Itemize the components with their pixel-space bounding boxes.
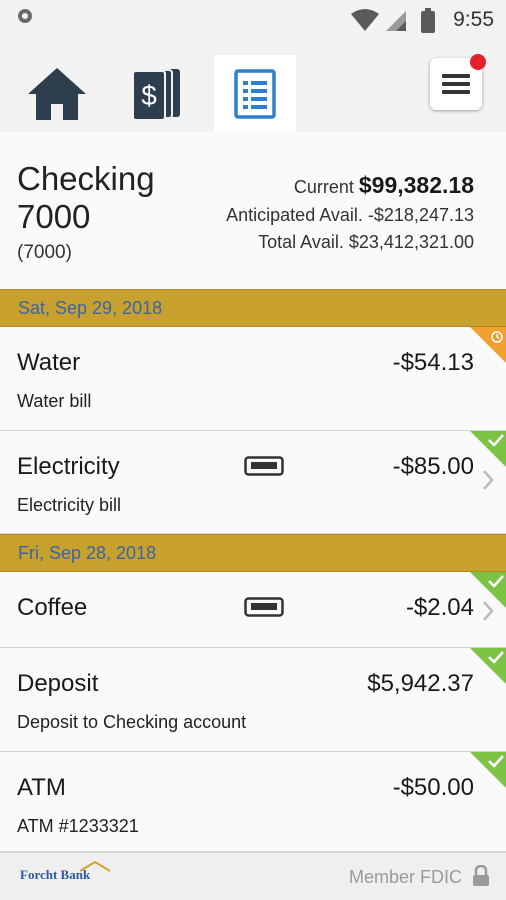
account-name: Checking 7000 [17, 160, 155, 235]
transaction-name: Water [17, 349, 81, 376]
transaction-amount: -$54.13 [392, 349, 474, 376]
transaction-name: Electricity [17, 453, 120, 480]
transaction-row[interactable]: Coffee -$2.04 [0, 572, 506, 648]
transaction-amount: -$85.00 [392, 453, 474, 480]
transaction-description: Deposit to Checking account [17, 712, 247, 732]
transaction-amount: $5,942.37 [367, 670, 474, 697]
transaction-amount: -$2.04 [405, 594, 474, 621]
current-balance-label: Current [293, 177, 354, 197]
transaction-description: Water bill [17, 391, 92, 411]
notification-dot-icon [18, 9, 32, 23]
cleared-check-icon [470, 572, 506, 608]
cleared-check-icon [470, 431, 506, 467]
transaction-name: Deposit [17, 670, 99, 697]
total-available: Total Avail. $23,412,321.00 [258, 232, 474, 252]
current-balance-value: $99,382.18 [358, 172, 474, 198]
clock: 9:55 [453, 8, 494, 31]
chevron-right-icon [483, 470, 494, 490]
lock-icon [473, 865, 489, 886]
date-header: Fri, Sep 28, 2018 [0, 534, 506, 572]
pending-clock-icon [470, 327, 506, 363]
wifi-icon [351, 9, 379, 31]
cell-signal-icon [386, 11, 406, 31]
transaction-row[interactable]: ATM ATM #1233321 -$50.00 [0, 752, 506, 852]
date-label: Sat, Sep 29, 2018 [18, 298, 163, 318]
hamburger-icon [442, 74, 470, 94]
transaction-row[interactable]: Deposit Deposit to Checking account $5,9… [0, 648, 506, 752]
date-header: Sat, Sep 29, 2018 [0, 289, 506, 327]
account-summary: Checking 7000 (7000) Current $99,382.18 … [0, 132, 506, 289]
transaction-description: Electricity bill [17, 495, 122, 515]
anticipated-balance: Anticipated Avail. -$218,247.13 [226, 205, 474, 225]
card-icon [244, 597, 284, 617]
transaction-name: ATM [17, 774, 66, 801]
home-icon [28, 67, 86, 120]
status-bar: 9:55 [0, 0, 506, 40]
account-number: (7000) [17, 242, 72, 263]
date-label: Fri, Sep 28, 2018 [18, 543, 157, 563]
transaction-description: ATM #1233321 [17, 816, 139, 836]
current-balance: Current $99,382.18 [294, 172, 474, 199]
transaction-amount: -$50.00 [392, 774, 474, 801]
notification-badge [470, 54, 486, 70]
cleared-check-icon [470, 648, 506, 684]
battery-icon [421, 8, 435, 33]
home-tab[interactable] [16, 55, 98, 132]
member-fdic: Member FDIC [348, 867, 462, 887]
dollar-icon: $ [132, 68, 180, 121]
card-icon [244, 456, 284, 476]
bank-logo: Forcht Bank [20, 867, 91, 882]
transaction-row[interactable]: Water Water bill -$54.13 [0, 327, 506, 431]
svg-text:$: $ [141, 80, 157, 111]
top-nav: $ [0, 40, 506, 132]
transaction-row[interactable]: Electricity Electricity bill -$85.00 [0, 431, 506, 534]
accounts-tab[interactable]: $ [116, 55, 198, 132]
transaction-name: Coffee [17, 594, 88, 621]
transactions-tab[interactable] [214, 55, 296, 132]
document-list-icon [234, 68, 276, 119]
menu-button[interactable] [430, 54, 486, 110]
cleared-check-icon [470, 752, 506, 788]
footer: Forcht Bank Member FDIC [0, 852, 506, 900]
